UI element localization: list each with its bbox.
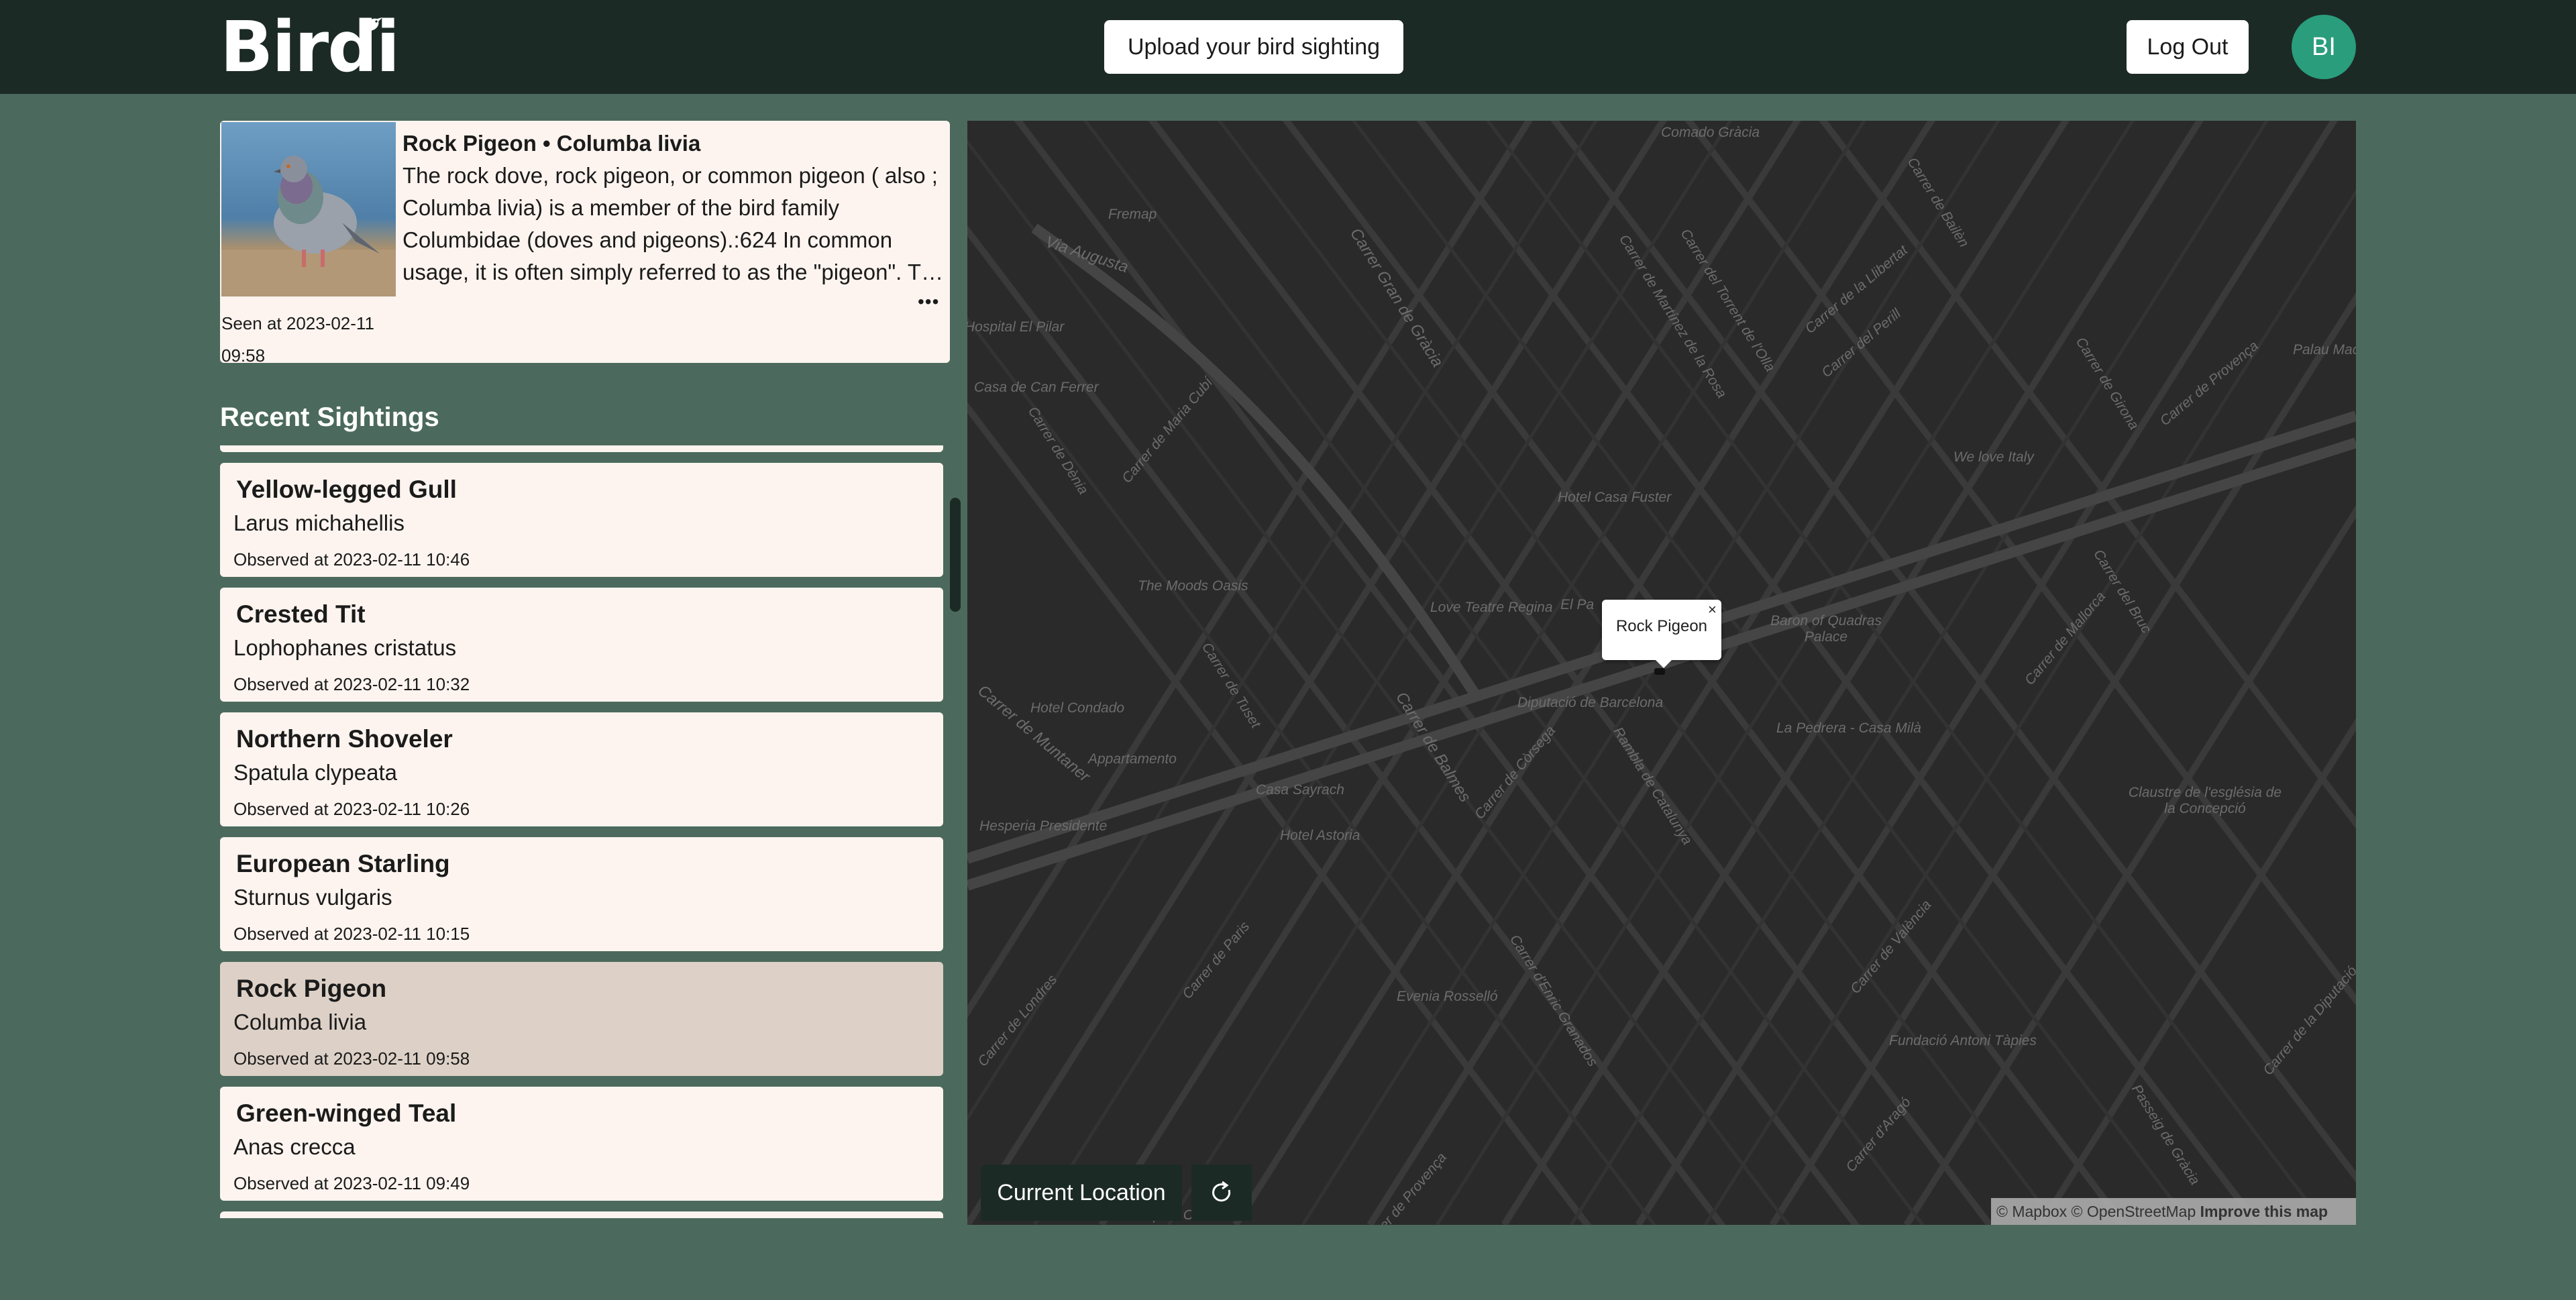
refresh-button[interactable] [1191,1164,1252,1221]
map-label: Casa de Can Ferrer [974,380,1099,395]
map-label: Baron of Quadras Palace [1770,613,1882,645]
map-label: Claustre de l'església de la Concepció [2128,785,2282,816]
map-popup: Rock Pigeon × [1602,600,1721,668]
featured-description: The rock dove, rock pigeon, or common pi… [402,163,946,284]
map-attribution: © Mapbox © OpenStreetMap Improve this ma… [1991,1198,2356,1225]
map-label: La Pedrera - Casa Milà [1776,720,1921,736]
refresh-icon [1212,1181,1231,1202]
sighting-card-green-winged-teal[interactable]: Green-winged Teal Anas crecca Observed a… [220,1087,943,1201]
map-label: Fundació Antoni Tàpies [1889,1033,2037,1048]
upload-sighting-button[interactable]: Upload your bird sighting [1104,20,1403,74]
rock-pigeon-photo [221,122,396,296]
pigeon-image-icon [221,156,396,296]
map-label: El Pa [1560,597,1595,612]
close-icon[interactable]: × [1708,602,1717,617]
observed-time: Observed at 2023-02-11 10:46 [233,549,470,570]
common-name: Green-winged Teal [236,1099,457,1127]
map-label: Fremap [1108,207,1157,222]
map-label: Hesperia Presidente [979,818,1108,834]
map-label: Hospital El Pilar [967,319,1065,335]
common-name: Crested Tit [236,600,366,628]
map-label: Palau Macaya [2293,342,2356,358]
sighting-card-rock-pigeon[interactable]: Rock Pigeon Columba livia Observed at 20… [220,962,943,1076]
map-label: Evenia Rosselló [1397,989,1498,1004]
popup-label: Rock Pigeon [1615,617,1708,635]
bird-logo-icon [365,17,382,31]
top-nav-bar: Birdi Upload your bird sighting Log Out … [0,0,2576,94]
featured-seen-at: Seen at 2023-02-11 09:58 [221,313,374,366]
improve-map-link[interactable]: Improve this map [2200,1203,2328,1220]
popup-pointer [1654,659,1673,668]
sighting-card-northern-shoveler[interactable]: Northern Shoveler Spatula clypeata Obser… [220,712,943,826]
sighting-card-european-starling[interactable]: European Starling Sturnus vulgaris Obser… [220,837,943,951]
map-label: Love Teatre Regina [1430,600,1553,615]
observed-time: Observed at 2023-02-11 10:32 [233,674,470,694]
observed-time: Observed at 2023-02-11 10:26 [233,799,470,819]
attribution-text[interactable]: © Mapbox © OpenStreetMap [1996,1203,2196,1220]
map-label: Hotel Astoria [1280,828,1360,843]
observed-time: Observed at 2023-02-11 10:15 [233,924,470,944]
map-label: The Moods Oasis [1138,578,1248,594]
log-out-button[interactable]: Log Out [2127,20,2249,74]
more-options-icon[interactable]: ••• [918,292,939,311]
featured-title: Rock Pigeon • Columba livia [402,131,701,156]
scientific-name: Lophophanes cristatus [233,635,457,660]
list-item-partial[interactable] [220,1211,943,1218]
scientific-name: Columba livia [233,1010,367,1034]
map-label: Diputació de Barcelona [1517,695,1664,710]
map-marker-icon[interactable] [1654,668,1665,675]
sightings-scrollbar[interactable] [950,498,961,612]
map-label: Comado Gràcia [1661,125,1760,140]
scientific-name: Sturnus vulgaris [233,885,392,910]
map-label: Casa Sayrach [1256,782,1344,798]
map-label: Hotel Condado [1030,700,1125,716]
scientific-name: Anas crecca [233,1134,356,1159]
sighting-card-crested-tit[interactable]: Crested Tit Lophophanes cristatus Observ… [220,588,943,702]
observed-time: Observed at 2023-02-11 09:58 [233,1048,470,1069]
common-name: European Starling [236,850,450,877]
observed-time: Observed at 2023-02-11 09:49 [233,1173,470,1193]
common-name: Rock Pigeon [236,975,387,1002]
common-name: Yellow-legged Gull [236,476,457,503]
map-label: We love Italy [1953,449,2034,465]
sightings-map[interactable]: Comado Gràcia Fremap Via Augusta Carrer … [967,121,2356,1225]
map-label: Hotel Casa Fuster [1558,490,1672,505]
recent-sightings-heading: Recent Sightings [220,402,439,432]
list-item-partial[interactable] [220,445,943,452]
map-label: Appartamento [1088,751,1177,767]
scientific-name: Larus michahellis [233,510,405,535]
common-name: Northern Shoveler [236,725,453,753]
scientific-name: Spatula clypeata [233,760,398,785]
sighting-card-yellow-legged-gull[interactable]: Yellow-legged Gull Larus michahellis Obs… [220,463,943,577]
user-avatar[interactable]: BI [2292,15,2356,79]
current-location-button[interactable]: Current Location [981,1164,1182,1221]
